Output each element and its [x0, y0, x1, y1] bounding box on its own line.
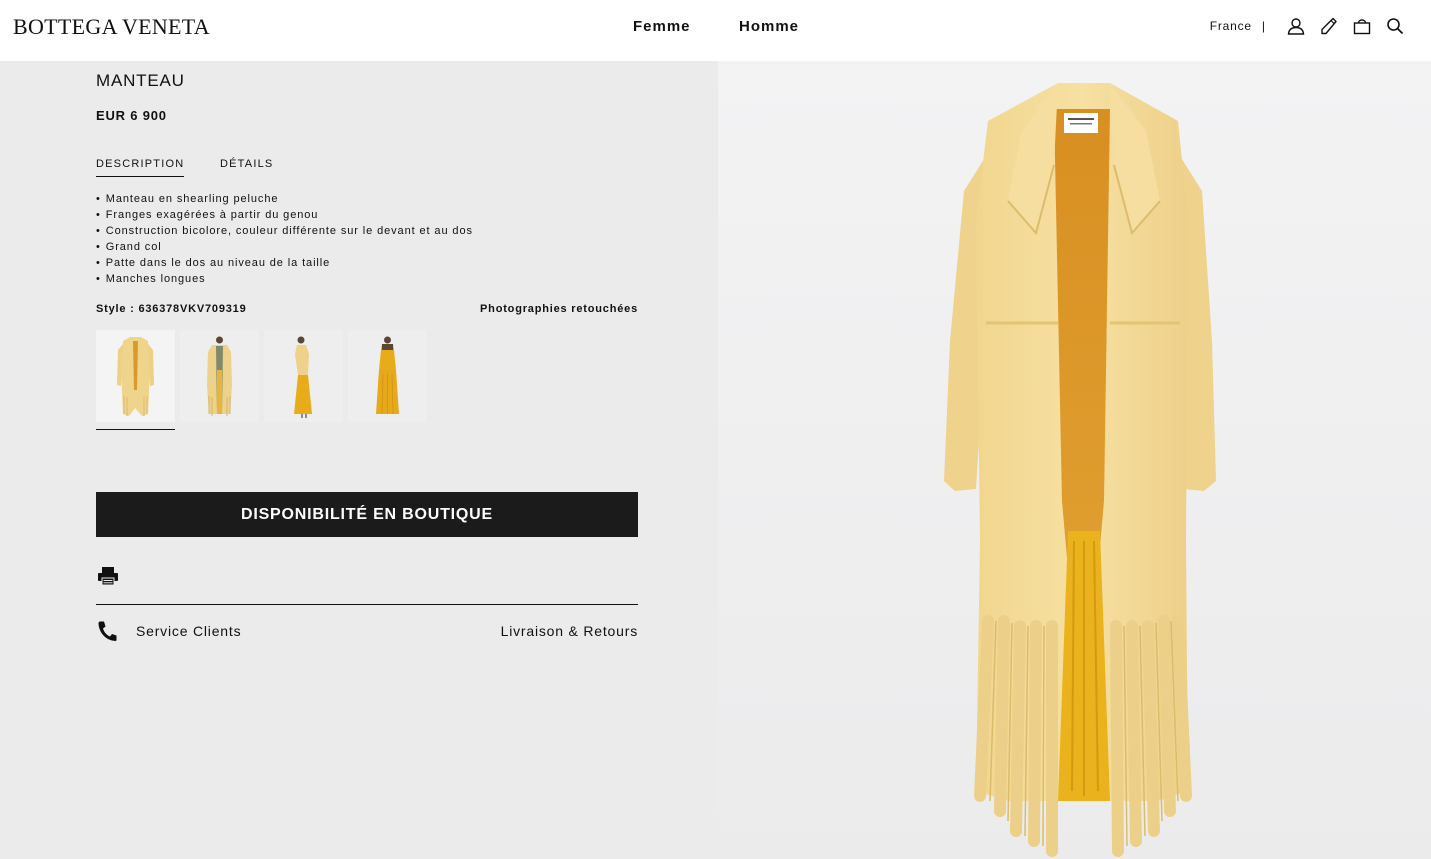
print-icon[interactable] — [97, 566, 119, 586]
site-header: BOTTEGA VENETA Femme Homme France | — [0, 0, 1431, 61]
store-availability-button[interactable]: DISPONIBILITÉ EN BOUTIQUE — [96, 492, 638, 537]
thumbnail-model-side[interactable] — [264, 330, 343, 422]
bag-icon[interactable] — [1352, 16, 1372, 36]
thumbnail-strip — [96, 330, 432, 422]
description-item: Franges exagérées à partir du genou — [96, 207, 473, 223]
description-item: Grand col — [96, 239, 473, 255]
header-separator: | — [1261, 19, 1265, 33]
nav-homme[interactable]: Homme — [739, 18, 799, 35]
thumbnail-model-front[interactable] — [180, 330, 259, 422]
product-image[interactable] — [718, 61, 1431, 859]
thumbnail-coat-front[interactable] — [96, 330, 175, 422]
brand-logo[interactable]: BOTTEGA VENETA — [13, 14, 210, 40]
delivery-returns-link[interactable]: Livraison & Retours — [501, 623, 638, 639]
product-price: EUR 6 900 — [96, 108, 167, 123]
tab-description[interactable]: DESCRIPTION — [96, 158, 185, 177]
description-item: Manteau en shearling peluche — [96, 191, 473, 207]
country-selector[interactable]: France — [1210, 19, 1252, 33]
description-item: Manches longues — [96, 271, 473, 287]
search-icon[interactable] — [1385, 16, 1405, 36]
description-item: Construction bicolore, couleur différent… — [96, 223, 473, 239]
thumbnail-model-back[interactable] — [348, 330, 427, 422]
selected-thumbnail-indicator — [96, 429, 175, 430]
product-title: MANTEAU — [96, 71, 185, 90]
nav-femme[interactable]: Femme — [633, 18, 691, 35]
account-icon[interactable] — [1286, 16, 1306, 36]
customer-service-phone-icon — [97, 620, 117, 642]
coat-illustration — [718, 61, 1431, 859]
phone-icon[interactable] — [1319, 16, 1339, 36]
product-details-panel: MANTEAU EUR 6 900 DESCRIPTION DÉTAILS Ma… — [0, 61, 718, 859]
divider — [96, 604, 638, 605]
customer-service-link[interactable]: Service Clients — [136, 623, 241, 639]
description-list: Manteau en shearling peluche Franges exa… — [96, 191, 473, 287]
style-code: Style : 636378VKV709319 — [96, 303, 247, 315]
tab-details[interactable]: DÉTAILS — [220, 158, 273, 176]
header-utilities: France | — [1210, 16, 1405, 36]
description-item: Patte dans le dos au niveau de la taille — [96, 255, 473, 271]
style-row: Style : 636378VKV709319 Photographies re… — [96, 303, 638, 315]
retouch-note: Photographies retouchées — [480, 303, 638, 315]
